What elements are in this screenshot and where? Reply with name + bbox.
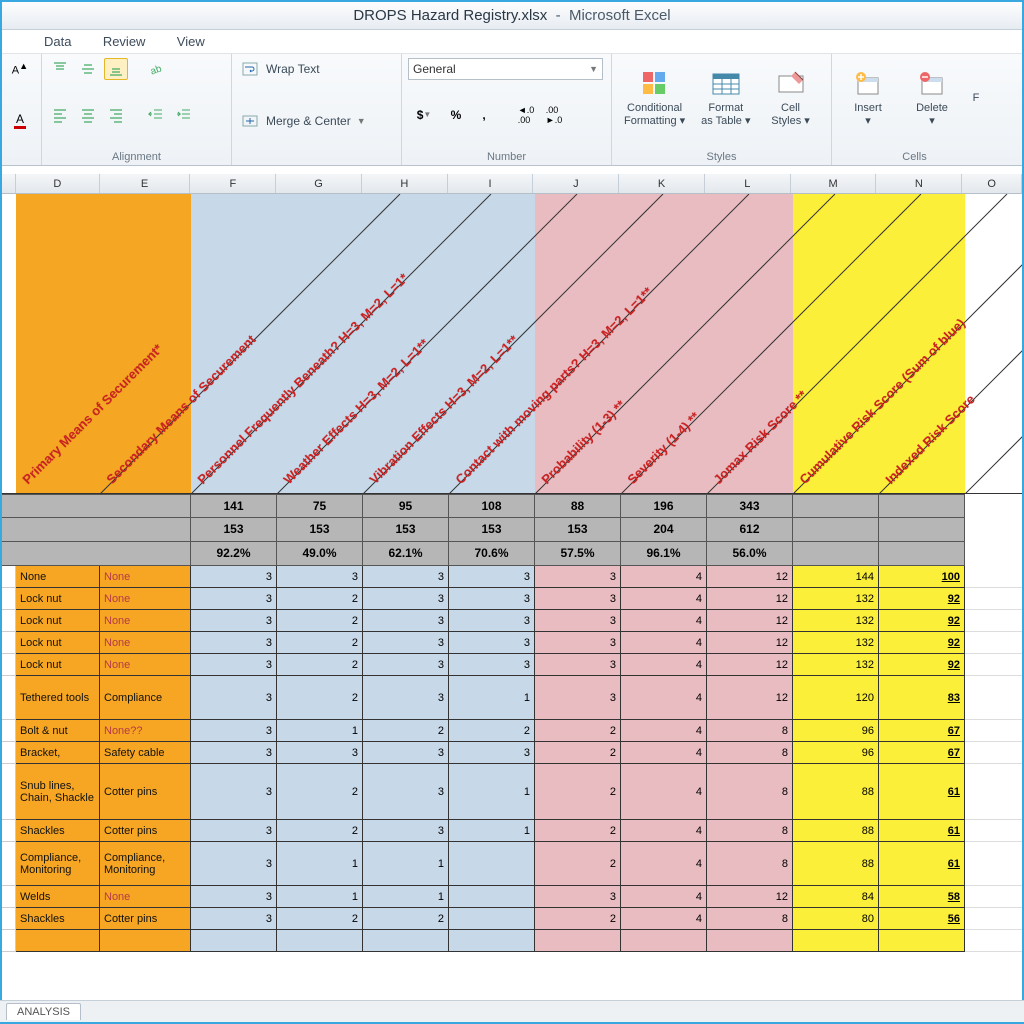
col-header[interactable]: K [619,174,705,193]
diag-header: Cumulative Risk Score (Sum of blue) [796,315,968,487]
col-header[interactable]: E [100,174,191,193]
diag-header: Secondary Means of Securement [103,332,258,487]
align-center-button[interactable] [76,104,100,126]
col-header[interactable]: F [190,174,276,193]
table-row[interactable]: Compliance, MonitoringCompliance, Monito… [2,842,1022,886]
col-header[interactable]: J [533,174,619,193]
increase-indent-button[interactable] [172,104,196,126]
summary-rows: 1417595108881963431531531531531532046129… [2,494,1022,566]
col-header[interactable]: M [791,174,877,193]
table-row[interactable]: Lock nutNone3233341213292 [2,654,1022,676]
col-header[interactable]: I [448,174,534,193]
table-row[interactable] [2,930,1022,952]
currency-button[interactable]: $▼ [408,104,440,126]
diag-header: Primary Means of Securement* [19,341,165,487]
merge-icon [238,110,262,132]
tab-review[interactable]: Review [89,30,160,53]
ribbon: A▲ A ab Alignment Wrap Text Merge & Cent… [2,54,1022,166]
diag-header: Jomax Risk Score ** [710,387,810,487]
table-row[interactable]: Lock nutNone3233341213292 [2,588,1022,610]
comma-button[interactable]: , [472,104,496,126]
diag-header: Severity (1-4) ** [624,409,702,487]
table-row[interactable]: ShacklesCotter pins3222488056 [2,908,1022,930]
table-row[interactable]: Tethered toolsCompliance3231341212083 [2,676,1022,720]
decrease-indent-button[interactable] [144,104,168,126]
group-cells-label: Cells [838,149,991,163]
group-styles-label: Styles [618,149,825,163]
menu-bar: Data Review View [2,30,1022,54]
tab-view[interactable]: View [163,30,219,53]
title-bar: DROPS Hazard Registry.xlsx - Microsoft E… [2,2,1022,30]
font-color-button[interactable]: A [8,110,32,132]
table-row[interactable]: WeldsNone31134128458 [2,886,1022,908]
sheet-tab-analysis[interactable]: ANALYSIS [6,1003,81,1020]
insert-button[interactable]: Insert▾ [838,66,898,129]
diag-header: Vibration Effects H=3, M=2, L=1** [366,332,521,487]
col-header[interactable]: L [705,174,791,193]
tab-data[interactable]: Data [30,30,85,53]
col-header[interactable]: D [16,174,100,193]
column-headers: DEFGHIJKLMNO [2,174,1022,194]
align-right-button[interactable] [104,104,128,126]
col-header[interactable]: N [876,174,962,193]
table-row[interactable]: Lock nutNone3233341213292 [2,610,1022,632]
svg-text:ab: ab [149,63,164,77]
table-row[interactable]: Snub lines, Chain, ShackleCotter pins323… [2,764,1022,820]
percent-button[interactable]: % [444,104,468,126]
group-number-label: Number [408,149,605,163]
col-header[interactable]: G [276,174,362,193]
table-row[interactable]: Bolt & nutNone??31222489667 [2,720,1022,742]
orientation-button[interactable]: ab [144,58,168,80]
table-row[interactable]: ShacklesCotter pins32312488861 [2,820,1022,842]
sheet-tab-bar: ANALYSIS [0,1000,1024,1022]
format-as-table-button[interactable]: Formatas Table ▾ [695,66,756,129]
number-format-dropdown[interactable]: General▼ [408,58,603,80]
align-left-button[interactable] [48,104,72,126]
align-middle-button[interactable] [76,58,100,80]
merge-center-button[interactable]: Merge & Center [266,114,351,128]
diag-header: Contact with moving parts? H=3, M=2, L=1… [452,284,655,487]
table-row[interactable]: Lock nutNone3233341213292 [2,632,1022,654]
conditional-formatting-button[interactable]: ConditionalFormatting ▾ [618,66,691,129]
decrease-decimal-button[interactable]: .00►.0 [542,104,566,126]
wrap-text-icon [238,58,262,80]
cell-styles-button[interactable]: CellStyles ▾ [761,66,821,129]
wrap-text-button[interactable]: Wrap Text [266,62,320,76]
format-button-partial[interactable]: F [966,90,986,107]
col-header[interactable]: O [962,174,1022,193]
col-header[interactable]: H [362,174,448,193]
table-row[interactable]: Bracket,Safety cable33332489667 [2,742,1022,764]
increase-decimal-button[interactable]: ◄.0.00 [514,104,538,126]
align-bottom-button[interactable] [104,58,128,80]
font-size-increase-button[interactable]: A▲ [8,58,32,80]
data-rows: NoneNone33333412144100Lock nutNone323334… [2,566,1022,952]
diag-header: Indexed Risk Score [882,392,977,487]
align-top-button[interactable] [48,58,72,80]
group-alignment-label: Alignment [48,149,225,163]
table-row[interactable]: NoneNone33333412144100 [2,566,1022,588]
delete-button[interactable]: Delete▾ [902,66,962,129]
diagonal-header-area: Primary Means of Securement*Secondary Me… [2,194,1022,494]
diag-header: Weather Effects H=3, M=2, L=1** [280,336,431,487]
diag-header: Probability (1-3) ** [538,397,628,487]
